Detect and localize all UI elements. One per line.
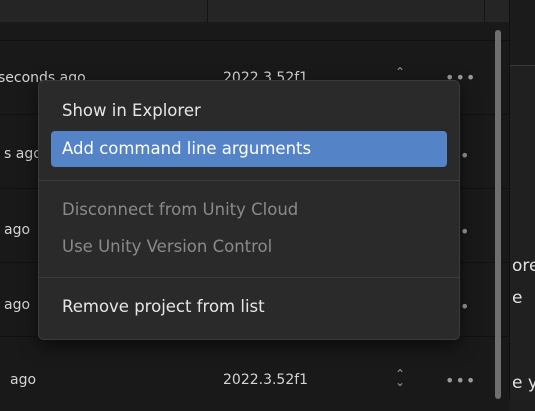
side-panel-header xyxy=(510,0,535,66)
editor-version: 2022.3.52f1 xyxy=(223,372,309,388)
modified-time: ago xyxy=(4,297,31,313)
column-divider xyxy=(484,0,485,22)
more-horizontal-icon[interactable]: • xyxy=(460,146,470,165)
column-divider xyxy=(207,0,208,22)
side-panel-text: ores xyxy=(512,256,535,276)
side-panel-text: e y xyxy=(512,373,535,393)
menu-item-add-command-line-arguments[interactable]: Add command line arguments xyxy=(51,131,447,167)
project-row[interactable]: ago 2022.3.52f1 ⌃ ⌄ ••• xyxy=(0,336,509,411)
menu-item-show-in-explorer[interactable]: Show in Explorer xyxy=(51,93,447,129)
more-horizontal-icon[interactable]: ••• xyxy=(445,371,476,390)
vertical-scrollbar[interactable] xyxy=(495,30,501,399)
more-horizontal-icon[interactable]: • xyxy=(460,222,470,241)
list-header-bar xyxy=(0,0,509,22)
details-side-panel: ores e e y xyxy=(509,0,535,399)
side-panel-text: e xyxy=(512,288,523,308)
menu-separator xyxy=(39,277,459,278)
modified-time: ago xyxy=(4,222,31,238)
modified-time: ago xyxy=(10,372,37,388)
more-horizontal-icon[interactable]: • xyxy=(460,297,470,316)
menu-item-use-unity-version-control: Use Unity Version Control xyxy=(62,237,273,256)
menu-separator xyxy=(39,180,459,181)
menu-item-disconnect-unity-cloud: Disconnect from Unity Cloud xyxy=(62,200,299,219)
sort-chevrons-icon[interactable]: ⌃ xyxy=(395,65,405,79)
menu-item-remove-project[interactable]: Remove project from list xyxy=(51,289,447,325)
modified-time: s ago xyxy=(4,146,42,162)
sort-chevrons-icon[interactable]: ⌃ ⌄ xyxy=(395,368,405,388)
project-context-menu: Show in Explorer Add command line argume… xyxy=(38,80,460,340)
